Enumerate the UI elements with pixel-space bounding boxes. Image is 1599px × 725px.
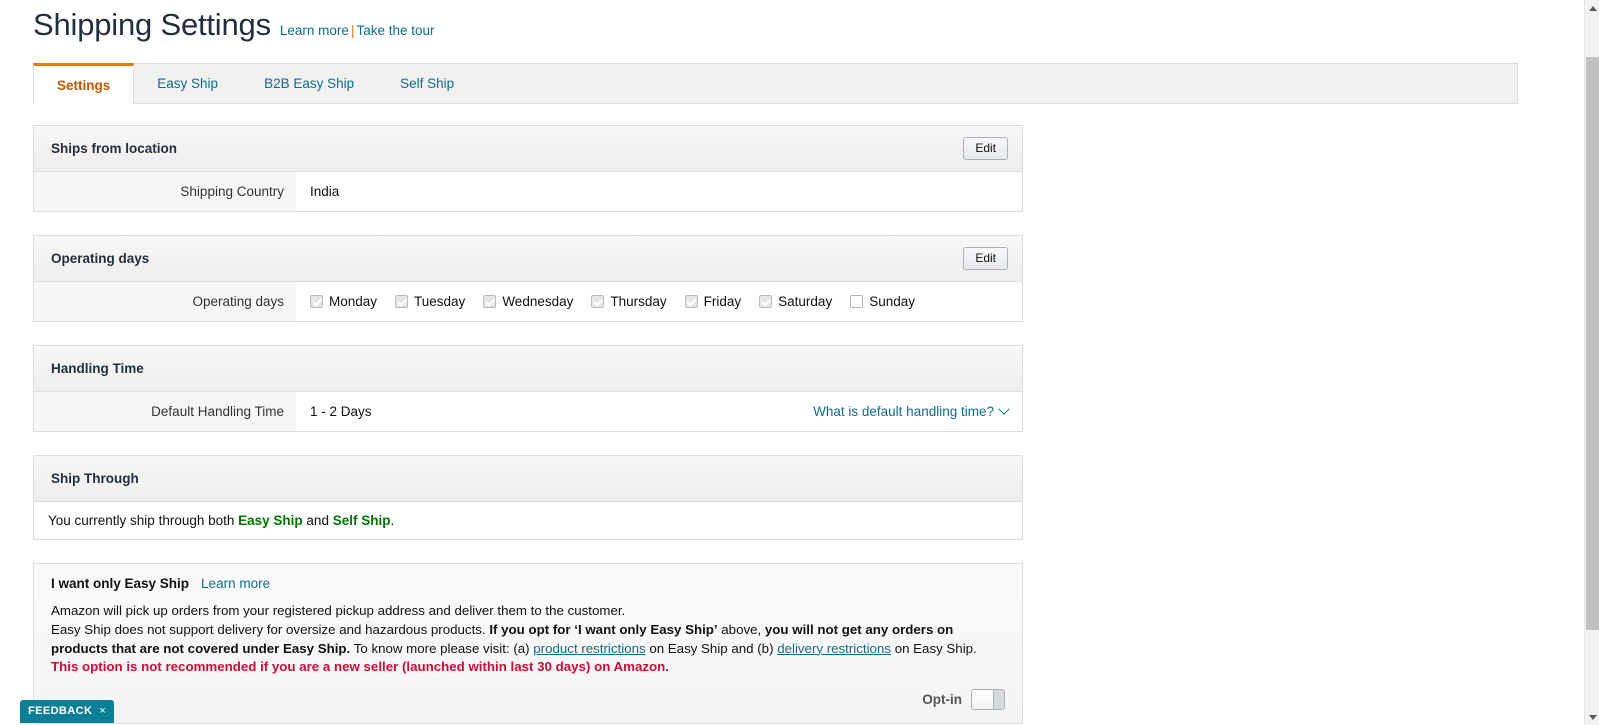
day-sunday[interactable]: Sunday	[850, 294, 915, 309]
edit-operating-days-button[interactable]: Edit	[963, 247, 1008, 270]
panel-i-want-only-easy-ship: I want only Easy Ship Learn more Amazon …	[33, 563, 1023, 725]
panel-operating-days: Operating days Edit Operating days Monda…	[33, 235, 1023, 322]
optin-line-3-c: on Easy Ship.	[891, 640, 977, 656]
optin-toggle-switch[interactable]	[971, 689, 1005, 711]
label-default-handling-time: Default Handling Time	[34, 392, 296, 431]
feedback-widget[interactable]: FEEDBACK ×	[20, 700, 115, 723]
optin-title: I want only Easy Ship	[51, 576, 190, 591]
vertical-scrollbar[interactable]	[1584, 0, 1599, 725]
value-shipping-country: India	[296, 172, 1022, 211]
scroll-down-arrow-icon[interactable]	[1585, 709, 1599, 725]
optin-line-1: Amazon will pick up orders from your reg…	[51, 603, 626, 618]
scroll-up-arrow-icon[interactable]	[1585, 0, 1599, 16]
label-operating-days: Operating days	[34, 282, 296, 321]
checkbox-tuesday[interactable]	[395, 295, 409, 308]
day-label-tuesday: Tuesday	[414, 294, 466, 309]
day-tuesday[interactable]: Tuesday	[395, 294, 465, 309]
feedback-label: FEEDBACK	[28, 705, 93, 717]
checkbox-wednesday[interactable]	[483, 295, 497, 308]
day-label-saturday: Saturday	[778, 294, 833, 309]
checkbox-monday[interactable]	[310, 295, 323, 308]
tab-settings[interactable]: Settings	[33, 63, 135, 104]
edit-ships-from-location-button[interactable]: Edit	[963, 137, 1008, 160]
ship-through-summary: You currently ship through both Easy Shi…	[34, 502, 1022, 539]
tab-bar: Settings Easy Ship B2B Easy Ship Self Sh…	[33, 63, 1518, 104]
checkbox-thursday[interactable]	[591, 295, 605, 308]
day-label-thursday: Thursday	[610, 294, 667, 309]
label-shipping-country: Shipping Country	[34, 172, 296, 211]
arrow-up-glyph	[1588, 5, 1597, 11]
checkbox-saturday[interactable]	[759, 295, 773, 308]
operating-days-checkbox-group: Monday Tuesday Wednesday Thursday Friday…	[310, 294, 915, 309]
value-default-handling-time: 1 - 2 Days What is default handling time…	[296, 392, 1022, 431]
optin-line-3-a: To know more please visit: (a)	[350, 640, 534, 656]
take-the-tour-link[interactable]: Take the tour	[356, 23, 434, 38]
panel-title-ship-through: Ship Through	[51, 471, 139, 486]
what-is-default-handling-time-link[interactable]: What is default handling time?	[813, 403, 1010, 419]
tab-b2b-easy-ship[interactable]: B2B Easy Ship	[241, 64, 377, 103]
learn-more-link[interactable]: Learn more	[280, 23, 349, 38]
day-friday[interactable]: Friday	[684, 294, 742, 309]
optin-line-2-a: Easy Ship does not support delivery for …	[51, 621, 490, 637]
ship-through-middle: and	[302, 513, 333, 528]
checkbox-sunday[interactable]	[850, 295, 864, 308]
panel-title-ships-from-location: Ships from location	[51, 141, 178, 156]
arrow-down-glyph	[1588, 714, 1597, 720]
optin-learn-more-link[interactable]: Learn more	[201, 576, 270, 591]
panel-header: Ship Through	[34, 456, 1022, 502]
panel-title-operating-days: Operating days	[51, 251, 150, 266]
tab-easy-ship[interactable]: Easy Ship	[134, 64, 241, 103]
ship-through-prefix: You currently ship through both	[48, 513, 239, 528]
ship-through-method-easy-ship: Easy Ship	[238, 513, 303, 528]
panel-handling-time: Handling Time Default Handling Time 1 - …	[33, 345, 1023, 432]
tab-self-ship[interactable]: Self Ship	[377, 64, 477, 103]
panel-ship-through: Ship Through You currently ship through …	[33, 455, 1023, 540]
page-header: Shipping Settings Learn more | Take the to…	[0, 0, 1584, 44]
day-monday[interactable]: Monday	[310, 294, 377, 309]
header-links: Learn more | Take the tour	[280, 23, 435, 38]
day-label-sunday: Sunday	[869, 294, 915, 309]
checkbox-friday[interactable]	[684, 295, 698, 308]
scrollbar-thumb[interactable]	[1586, 57, 1599, 630]
optin-line-2-c: above,	[717, 621, 765, 637]
day-label-wednesday: Wednesday	[502, 294, 574, 309]
optin-title-row: I want only Easy Ship Learn more	[51, 576, 1005, 591]
optin-warning-text: This option is not recommended if you ar…	[51, 659, 669, 675]
row-operating-days: Operating days Monday Tuesday Wednesday …	[34, 282, 1022, 321]
optin-toggle-row: Opt-in	[51, 689, 1005, 711]
day-label-friday: Friday	[703, 294, 742, 309]
close-icon[interactable]: ×	[99, 705, 106, 717]
day-label-monday: Monday	[329, 294, 378, 309]
optin-line-2-b: If you opt for ‘I want only Easy Ship’	[489, 621, 718, 637]
what-is-default-handling-time-label: What is default handling time?	[813, 404, 994, 419]
panel-header: Handling Time	[34, 346, 1022, 392]
row-shipping-country: Shipping Country India	[34, 172, 1022, 211]
panel-header: Operating days Edit	[34, 236, 1022, 282]
default-handling-time-text: 1 - 2 Days	[310, 404, 372, 419]
delivery-restrictions-link[interactable]: delivery restrictions	[777, 641, 891, 656]
product-restrictions-link[interactable]: product restrictions	[533, 641, 645, 656]
toggle-knob	[972, 690, 994, 710]
settings-content: Ships from location Edit Shipping Countr…	[33, 125, 1023, 725]
optin-line-3-b: on Easy Ship and (b)	[645, 640, 778, 656]
panel-title-handling-time: Handling Time	[51, 361, 144, 376]
day-wednesday[interactable]: Wednesday	[483, 294, 573, 309]
chevron-down-icon	[998, 403, 1010, 415]
panel-ships-from-location: Ships from location Edit Shipping Countr…	[33, 125, 1023, 212]
page-scroll-container: Shipping Settings Learn more | Take the to…	[0, 0, 1584, 725]
ship-through-suffix: .	[390, 513, 395, 528]
ship-through-method-self-ship: Self Ship	[332, 513, 391, 528]
page-title: Shipping Settings	[33, 7, 271, 42]
optin-toggle-label: Opt-in	[922, 692, 962, 708]
row-default-handling-time: Default Handling Time 1 - 2 Days What is…	[34, 392, 1022, 431]
day-thursday[interactable]: Thursday	[591, 294, 667, 309]
day-saturday[interactable]: Saturday	[759, 294, 832, 309]
panel-header: Ships from location Edit	[34, 126, 1022, 172]
value-operating-days: Monday Tuesday Wednesday Thursday Friday…	[296, 282, 1022, 321]
optin-description: Amazon will pick up orders from your reg…	[51, 602, 1005, 677]
